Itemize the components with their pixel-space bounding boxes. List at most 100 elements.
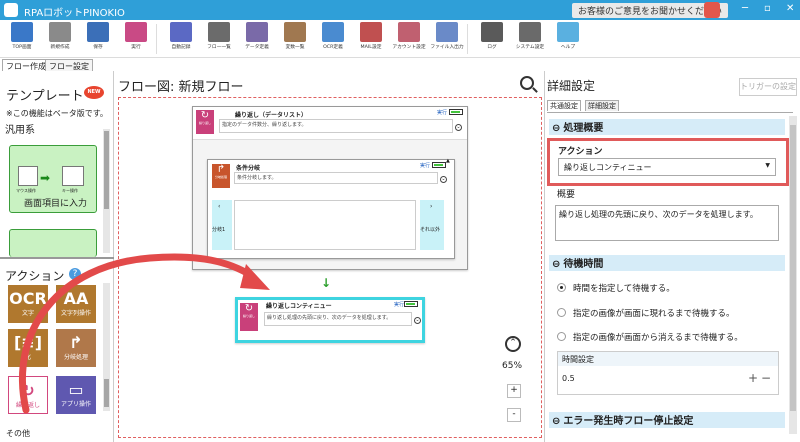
arrow-right-icon: ➡ [40,171,51,185]
condition-battery-icon [432,162,446,168]
toolbar-button-1[interactable]: 新規作成 [41,21,79,57]
toolbar-label: 新規作成 [50,44,70,50]
flow-canvas[interactable]: ↻ 繰り返し 繰り返し（データリスト） 実行 指定のデータ件数分、繰り返します。 … [118,97,542,438]
time-plus-button[interactable]: + [748,371,758,385]
tab-flow-create[interactable]: フロー作成 [2,59,50,71]
toolbar-button-6[interactable]: データ定義 [238,21,276,57]
mail-settings-icon [360,22,382,42]
condition-title: 条件分岐 [236,165,261,172]
title-bar: RPAロボットPINOKIO お客様のご意見をお聞かせください ─ ▫ ✕ [0,0,800,20]
branch-icon-label: 分岐処理 [214,175,227,179]
toolbar-button-3[interactable]: 実行 [117,21,155,57]
file-io-icon [436,22,458,42]
actions-more: その他 [6,429,30,438]
continue-collapse-icon[interactable]: ⌄ [414,317,421,324]
action-tile-5[interactable]: ▭ アプリ操作 [56,376,96,414]
template-category: 汎用系 [5,125,35,136]
actions-scrollbar-thumb[interactable] [104,379,109,407]
branch-right-arrow[interactable]: › [430,203,432,210]
template-scrollbar-thumb[interactable] [104,131,109,209]
run-icon [125,22,147,42]
action-tile-0[interactable]: OCR 文字 [8,285,48,323]
toolbar-button-9[interactable]: MAIL設定 [352,21,390,57]
variable-box-icon [284,22,306,42]
minimize-button[interactable]: ─ [742,3,748,14]
loop-node[interactable]: ↻ 繰り返し 繰り返し（データリスト） 実行 指定のデータ件数分、繰り返します。 … [192,106,468,270]
action-tile-label: 化 [24,354,31,361]
new-file-icon [49,22,71,42]
help-circle-icon[interactable]: ? [69,268,81,280]
loop-desc: 指定のデータ件数分、繰り返します。 [219,119,453,133]
toolbar-button-13[interactable]: システム設定 [511,21,549,57]
zoom-out-button[interactable]: - [507,408,521,422]
collapse-icon: ⊖ [552,416,561,427]
panel-splitter[interactable] [0,257,114,259]
branch-icon: ↱ 分岐処理 [212,164,230,188]
branch1-body [234,200,416,250]
summary-label: 概要 [557,190,576,200]
toolbar-button-7[interactable]: 変数一覧 [276,21,314,57]
time-value[interactable]: 0.5 [562,374,575,383]
action-label: アクション [558,147,603,157]
zoom-in-button[interactable]: + [507,384,521,398]
wait-option-disappear-radio[interactable] [557,332,566,341]
error-section[interactable]: ⊖ エラー発生時フロー停止設定 [549,412,785,428]
keyboard-icon [62,166,84,186]
toolbar-button-5[interactable]: フロー一覧 [200,21,238,57]
action-tile-4[interactable]: ↻ 繰り返し [8,376,48,414]
wait-option-appear: 指定の画像が画面に現れるまで待機する。 [573,309,735,319]
action-tile-2[interactable]: [≡] 化 [8,329,48,367]
tab-flow-settings[interactable]: フロー設定 [45,59,93,71]
wait-option-appear-radio[interactable] [557,308,566,317]
toolbar-button-10[interactable]: アカウント設定 [390,21,428,57]
action-tile-label: 文字列操作 [60,310,91,317]
action-tile-3[interactable]: ↱ 分岐処理 [56,329,96,367]
close-button[interactable]: ✕ [786,3,794,14]
zoom-up-icon[interactable]: ⌃ [505,336,521,352]
loop-title: 繰り返し（データリスト） [235,112,308,119]
wait-option-disappear: 指定の画像が画面から消えるまで待機する。 [573,333,743,343]
branch-left-arrow[interactable]: ‹ [218,203,220,210]
summary-section[interactable]: ⊖ 処理概要 [549,119,785,135]
condition-scroll-up[interactable]: ▲ [446,158,450,164]
template-card-screen-input[interactable]: ➡ マウス操作 キー操作 画面項目に入力 [9,145,97,213]
else-label: それ以外 [420,227,441,233]
summary-textarea[interactable]: 繰り返し処理の先頭に戻り、次のデータを処理します。 [555,205,779,241]
action-highlight-box: アクション 繰り返しコンティニュー ▼ [547,138,789,186]
loop-battery-icon [449,109,463,115]
toolbar-button-4[interactable]: 自動記録 [162,21,200,57]
condition-collapse-icon[interactable]: ⌄ [440,176,447,183]
dropdown-arrow-icon: ▼ [765,162,770,169]
wait-option-time-radio[interactable] [557,283,566,292]
toolbar-button-8[interactable]: OCR定義 [314,21,352,57]
toolbar-button-0[interactable]: TOP画面 [3,21,41,57]
tab-detail-settings[interactable]: 詳細設定 [585,100,619,111]
time-minus-button[interactable]: − [761,371,771,385]
thumbs-down-icon[interactable] [704,2,720,18]
template-title: テンプレート [6,89,84,104]
details-scrollbar-thumb[interactable] [790,125,796,411]
condition-node[interactable]: ↱ 分岐処理 条件分岐 実行 条件分岐します。 ⌄ ‹ 分岐1 › それ以外 ▲ [207,158,455,259]
data-definition-icon [246,22,268,42]
loop-collapse-icon[interactable]: ⌄ [455,124,462,131]
trigger-settings-button[interactable]: トリガーの設定 [739,78,797,96]
action-tile-icon: [≡] [13,333,43,352]
toolbar-button-12[interactable]: ログ [473,21,511,57]
toolbar-button-2[interactable]: 保存 [79,21,117,57]
template-card-2[interactable] [9,229,97,257]
toolbar-label: MAIL設定 [360,44,382,50]
system-settings-icon [519,22,541,42]
action-tile-icon: ▭ [68,380,84,399]
continue-node[interactable]: ↻ 繰り返し 繰り返しコンティニュー 実行 繰り返し処理の先頭に戻り、次のデータを… [235,297,425,343]
toolbar-button-11[interactable]: ファイル入出力 [428,21,466,57]
wait-section[interactable]: ⊖ 待機時間 [549,255,785,271]
toolbar-button-14[interactable]: ヘルプ [549,21,587,57]
maximize-button[interactable]: ▫ [764,3,771,14]
auto-record-icon [170,22,192,42]
action-tile-1[interactable]: AA 文字列操作 [56,285,96,323]
continue-battery-icon [404,301,418,307]
toolbar-label: 保存 [93,44,103,50]
collapse-icon: ⊖ [552,259,561,270]
tab-common-settings[interactable]: 共通設定 [547,100,581,111]
action-select[interactable]: 繰り返しコンティニュー ▼ [558,158,776,176]
